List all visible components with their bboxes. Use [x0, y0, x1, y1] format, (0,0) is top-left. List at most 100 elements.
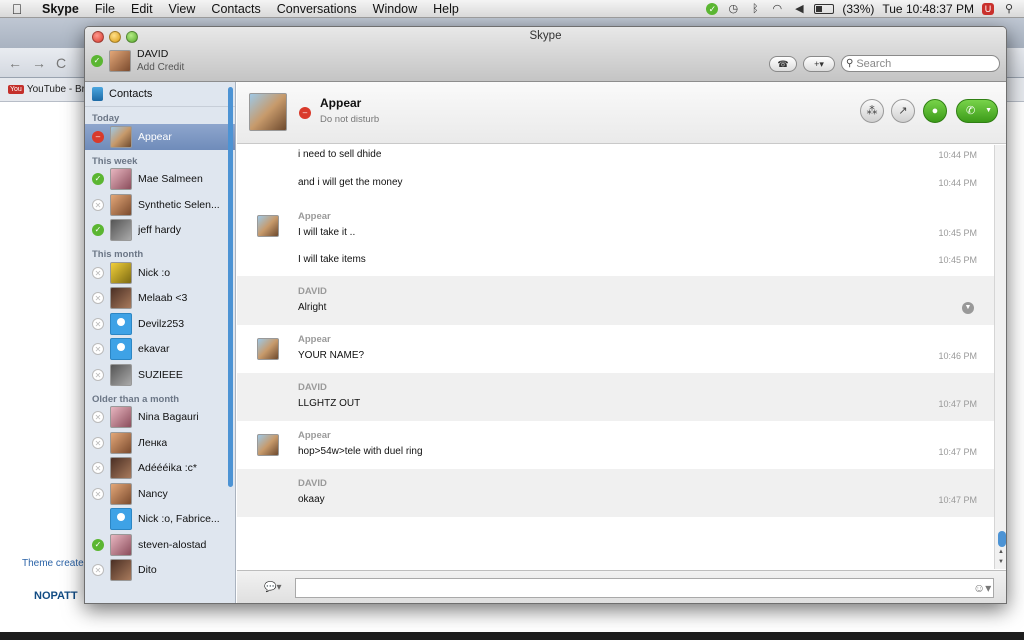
conversation-status: Do not disturb — [320, 114, 380, 125]
contact-avatar — [110, 261, 132, 284]
offline-status-icon: ✕ — [92, 317, 104, 330]
message-input[interactable] — [295, 578, 994, 598]
forward-arrow-icon[interactable]: → — [32, 55, 46, 71]
contact-avatar — [110, 125, 132, 148]
contacts-book-icon — [92, 87, 103, 101]
contact-item[interactable]: ✕ ekavar — [85, 337, 235, 363]
contact-item[interactable]: ✓ Mae Salmeen — [85, 167, 235, 193]
offline-status-icon: ✕ — [92, 266, 104, 279]
wifi-icon[interactable]: ◠ — [770, 3, 784, 15]
offline-status-icon: ✕ — [92, 436, 104, 449]
menu-window[interactable]: Window — [365, 2, 425, 16]
message-text: I will take it .. — [298, 227, 356, 238]
sender-avatar[interactable] — [257, 215, 279, 237]
bluetooth-icon[interactable]: ᛒ — [748, 3, 762, 15]
share-icon[interactable]: ↗ — [891, 99, 915, 123]
time-machine-icon[interactable]: ◷ — [726, 3, 740, 15]
offline-status-icon: ✕ — [92, 487, 104, 500]
contact-item[interactable]: ✕ Nick :o — [85, 260, 235, 286]
menu-conversations[interactable]: Conversations — [269, 2, 365, 16]
contact-item[interactable]: – Appear — [85, 124, 235, 150]
security-shield-icon[interactable]: U — [982, 2, 994, 15]
volume-icon[interactable]: ◀ — [792, 3, 806, 15]
contact-item[interactable]: ✕ Synthetic Selen... — [85, 192, 235, 218]
online-status-icon[interactable]: ✓ — [91, 54, 103, 67]
contact-name: Nancy — [138, 487, 168, 500]
contact-item[interactable]: ✕ SUZIEEE — [85, 362, 235, 388]
sidebar-scrollbar[interactable] — [228, 87, 233, 487]
contact-name: Melaab <3 — [138, 292, 188, 305]
reload-icon[interactable]: C — [56, 55, 66, 71]
spotlight-icon[interactable]: ⚲ — [1002, 3, 1016, 15]
chevron-down-icon[interactable]: ▼ — [985, 100, 992, 122]
contact-item[interactable]: ✕ Melaab <3 — [85, 286, 235, 312]
battery-icon[interactable] — [814, 3, 835, 14]
contact-item[interactable]: ✓ jeff hardy — [85, 218, 235, 244]
apple-menu-icon[interactable]:  — [0, 1, 34, 17]
menu-app-skype[interactable]: Skype — [34, 2, 87, 16]
chat-bubble-icon[interactable]: 💬▾ — [264, 582, 281, 593]
message-time: 10:44 PM — [938, 178, 977, 188]
message-row: and i will get the money 10:44 PM — [237, 173, 994, 201]
message-scrollbar[interactable]: ▲ ▼ — [994, 145, 1006, 569]
menu-view[interactable]: View — [161, 2, 204, 16]
video-call-icon[interactable]: ● — [923, 99, 947, 123]
dialpad-button[interactable]: ☎ — [769, 56, 797, 72]
add-menu-button[interactable]: +▾ — [803, 56, 835, 72]
message-group: Appear YOUR NAME? 10:46 PM — [237, 325, 994, 373]
sender-avatar[interactable] — [257, 338, 279, 360]
window-title: Skype — [529, 30, 562, 42]
message-text: LLGHTZ OUT — [298, 398, 361, 409]
contact-item[interactable]: ✕ Dito — [85, 558, 235, 584]
menu-help[interactable]: Help — [425, 2, 467, 16]
contact-name: SUZIEEE — [138, 368, 183, 381]
message-time: 10:46 PM — [938, 351, 977, 361]
contact-name: Nick :o — [138, 266, 171, 279]
add-credit-link[interactable]: Add Credit — [137, 62, 184, 73]
contact-item[interactable]: ✓ steven-alostad — [85, 532, 235, 558]
scroll-up-icon[interactable]: ▲ — [998, 549, 1004, 555]
scroll-thumb[interactable] — [998, 531, 1006, 547]
contact-item[interactable]: ✕ Ленка — [85, 430, 235, 456]
contact-item[interactable]: ✕ Nancy — [85, 481, 235, 507]
message-text: hop>54w>tele with duel ring — [298, 446, 423, 457]
contact-item[interactable]: Nick :o, Fabrice... — [85, 507, 235, 533]
conversation-avatar[interactable] — [249, 93, 287, 131]
online-status-icon: ✓ — [92, 173, 104, 186]
emoticon-icon[interactable]: ☺▾ — [973, 581, 991, 595]
add-people-icon[interactable]: ⁂ — [860, 99, 884, 123]
back-arrow-icon[interactable]: ← — [8, 55, 22, 71]
message-text: YOUR NAME? — [298, 350, 365, 361]
sender-name: DAVID — [298, 382, 327, 393]
sender-name: Appear — [298, 211, 331, 222]
contact-avatar — [110, 533, 132, 556]
bookmark-youtube[interactable]: YouTube - Br — [27, 84, 85, 95]
menu-file[interactable]: File — [87, 2, 123, 16]
theme-credit-text[interactable]: Theme create — [22, 558, 84, 569]
contact-item[interactable]: ✕ Nina Bagauri — [85, 405, 235, 431]
message-group: DAVID okaay 10:47 PM — [237, 469, 994, 517]
contact-item[interactable]: ✕ Devilz253 — [85, 311, 235, 337]
skype-status-icon[interactable]: ✓ — [706, 2, 719, 15]
call-button[interactable]: ✆ ▼ — [956, 99, 998, 123]
my-profile[interactable]: ✓ DAVID Add Credit — [91, 48, 184, 73]
contact-item[interactable]: ✕ Adéééika :c* — [85, 456, 235, 482]
scroll-down-icon[interactable]: ▼ — [998, 559, 1004, 565]
message-group: Appear hop>54w>tele with duel ring 10:47… — [237, 421, 994, 469]
nopatt-logo: NOPATT — [34, 590, 78, 602]
dock-strip — [0, 632, 1024, 640]
message-list: i need to sell dhide 10:44 PM and i will… — [237, 145, 994, 569]
contact-avatar — [110, 559, 132, 582]
message-time: 10:47 PM — [938, 447, 977, 457]
clock[interactable]: Tue 10:48:37 PM — [882, 2, 974, 16]
search-box[interactable]: ⚲ Search — [841, 55, 1000, 72]
contact-name: Synthetic Selen... — [138, 198, 220, 211]
message-options-icon[interactable]: ▼ — [962, 302, 974, 314]
menu-contacts[interactable]: Contacts — [203, 2, 268, 16]
my-avatar[interactable] — [109, 49, 131, 72]
sender-avatar[interactable] — [257, 434, 279, 456]
contact-name: Ленка — [138, 436, 168, 449]
contacts-header[interactable]: Contacts — [85, 82, 235, 107]
menu-edit[interactable]: Edit — [123, 2, 161, 16]
contact-avatar — [110, 287, 132, 310]
